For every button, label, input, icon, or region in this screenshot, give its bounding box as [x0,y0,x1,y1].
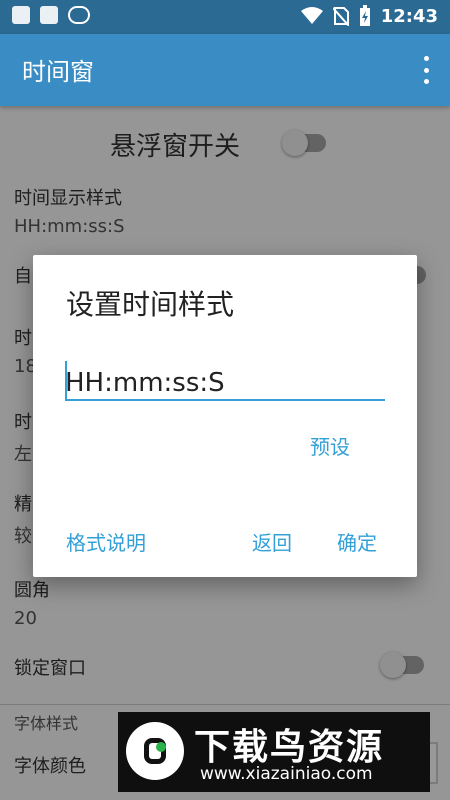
status-notifications [12,6,90,24]
watermark-text: 下载鸟资源 [194,727,385,768]
overflow-menu-icon[interactable] [422,56,430,84]
status-bar: 12:43 [0,0,450,34]
infinity-icon [68,6,90,24]
status-indicators: 12:43 [300,5,438,27]
time-format-input[interactable] [65,363,385,403]
time-style-dialog: 设置时间样式 预设 格式说明 返回 确定 [33,255,417,577]
back-button[interactable]: 返回 [252,527,292,556]
time-format-input-wrap[interactable] [65,363,385,403]
app-title: 时间窗 [22,58,94,86]
text-cursor [65,361,67,399]
bird-logo-icon [126,722,184,780]
preset-button[interactable]: 预设 [310,431,350,460]
input-underline [65,399,385,401]
watermark-url: www.xiazainiao.com [200,764,373,784]
status-time: 12:43 [380,5,438,27]
dialog-title: 设置时间样式 [66,288,235,321]
app-notification-icon-2 [40,6,58,24]
format-help-button[interactable]: 格式说明 [66,527,146,556]
no-sim-icon [332,7,349,26]
app-bar: 时间窗 [0,34,450,106]
watermark-banner: 下载鸟资源 www.xiazainiao.com [118,712,430,792]
ok-button[interactable]: 确定 [337,527,377,556]
logo-dot [156,742,166,752]
battery-charging-icon [359,5,370,26]
wifi-icon [300,7,323,24]
app-notification-icon [12,6,30,24]
